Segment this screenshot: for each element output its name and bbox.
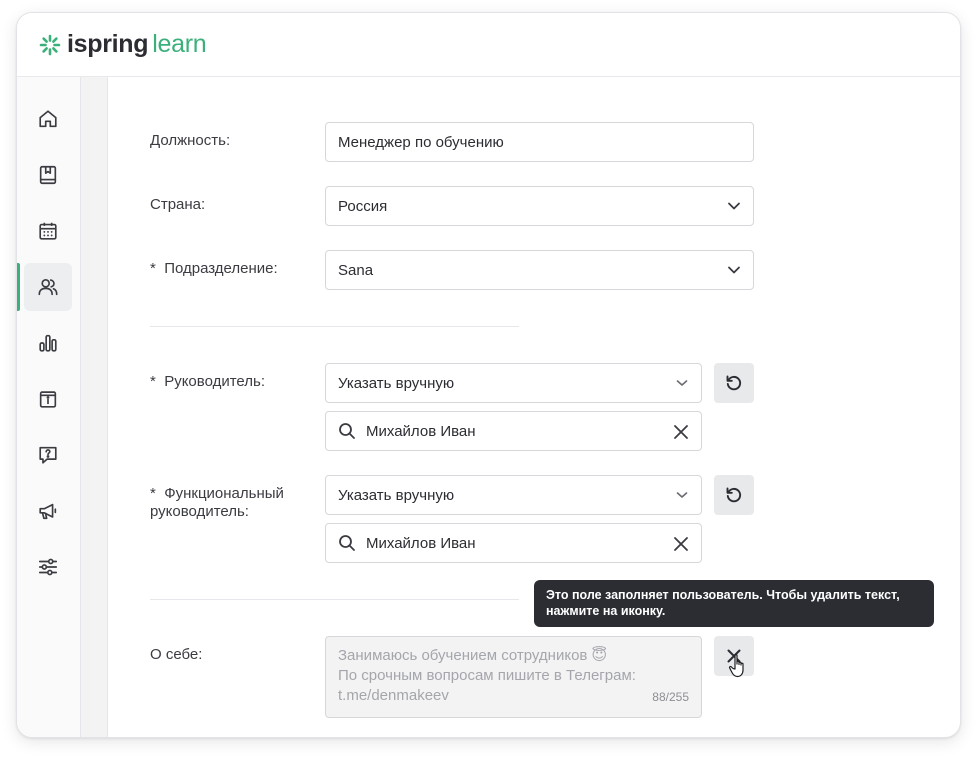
logo-text-ispring: ispring (67, 30, 149, 58)
manager-mode-value: Указать вручную (338, 374, 455, 392)
about-line-2: По срочным вопросам пишите в Телеграм: (338, 667, 636, 684)
about-textarea[interactable]: Занимаюсь обучением сотрудников 😇 По сро… (325, 636, 702, 718)
tooltip: Это поле заполняет пользователь. Чтобы у… (534, 580, 934, 627)
manager-mode-select[interactable]: Указать вручную (325, 363, 702, 403)
country-select[interactable]: Россия (325, 186, 754, 226)
country-label: Страна: (150, 196, 206, 213)
panel-gutter (81, 77, 108, 737)
search-icon (339, 535, 355, 551)
sidebar-item-announcements[interactable] (24, 487, 72, 535)
functional-manager-mode-value: Указать вручную (338, 486, 455, 504)
sidebar-nav (17, 77, 81, 737)
country-value: Россия (338, 197, 388, 215)
position-label: Должность: (150, 132, 231, 149)
megaphone-icon (39, 503, 57, 520)
app-window: ispring learn Должность: Менеджер по обу… (16, 12, 961, 738)
chevron-down-icon (676, 492, 688, 498)
manager-label-text: Руководитель: (164, 373, 265, 390)
question-icon (39, 446, 57, 464)
required-mark: * (150, 373, 156, 390)
active-indicator (17, 263, 20, 311)
chevron-down-icon (676, 380, 688, 386)
search-icon (339, 423, 355, 439)
about-label: О себе: (150, 646, 203, 663)
logo-text-learn: learn (152, 30, 207, 58)
manager-search-field[interactable]: Михайлов Иван (325, 411, 702, 451)
required-mark: * (150, 260, 156, 277)
functional-manager-label-line1: Функциональный (164, 485, 284, 502)
char-counter: 88/255 (652, 690, 689, 704)
department-label: * Подразделение: (150, 260, 278, 278)
sidebar-item-questions[interactable] (24, 431, 72, 479)
info-card-icon (39, 391, 57, 408)
sidebar-item-users[interactable] (24, 263, 72, 311)
clear-icon[interactable] (673, 424, 689, 440)
chevron-down-icon (728, 266, 740, 274)
tooltip-line-1: Это поле заполняет пользователь. Чтобы у… (546, 588, 900, 602)
reset-icon (726, 487, 742, 503)
functional-manager-label: * Функциональный руководитель: (150, 485, 284, 521)
manager-label: * Руководитель: (150, 373, 265, 391)
functional-manager-search-value: Михайлов Иван (366, 534, 476, 552)
top-header: ispring learn (17, 13, 960, 77)
clear-icon[interactable] (673, 536, 689, 552)
sidebar-item-courses[interactable] (24, 151, 72, 199)
functional-manager-label-line2: руководитель: (150, 503, 249, 520)
hand-cursor-icon (728, 654, 744, 678)
position-field[interactable]: Менеджер по обучению (325, 122, 754, 162)
section-divider (150, 599, 519, 600)
department-label-text: Подразделение: (164, 260, 278, 277)
about-line-3: t.me/denmakeev (338, 687, 449, 704)
sidebar-item-reports[interactable] (24, 319, 72, 367)
chevron-down-icon (728, 202, 740, 210)
manager-reset-button[interactable] (714, 363, 754, 403)
calendar-icon (39, 222, 57, 240)
sidebar-item-home[interactable] (24, 95, 72, 143)
profile-form: Должность: Менеджер по обучению Страна: … (108, 77, 960, 737)
sidebar-item-settings[interactable] (24, 543, 72, 591)
home-icon (39, 110, 57, 128)
logo[interactable]: ispring learn (39, 30, 207, 59)
manager-search-value: Михайлов Иван (366, 422, 476, 440)
about-line-1: Занимаюсь обучением сотрудников 😇 (338, 647, 608, 664)
sliders-icon (38, 558, 58, 576)
users-icon (38, 279, 58, 296)
tooltip-line-2: нажмите на иконку. (546, 604, 666, 618)
department-select[interactable]: Sana (325, 250, 754, 290)
section-divider (150, 326, 519, 327)
sidebar-item-info[interactable] (24, 375, 72, 423)
required-mark: * (150, 485, 156, 502)
functional-manager-mode-select[interactable]: Указать вручную (325, 475, 702, 515)
position-value: Менеджер по обучению (338, 133, 504, 151)
reset-icon (726, 375, 742, 391)
department-value: Sana (338, 261, 374, 279)
chart-icon (39, 334, 57, 352)
functional-manager-reset-button[interactable] (714, 475, 754, 515)
book-icon (39, 165, 57, 185)
ispring-logo-icon (39, 34, 61, 55)
functional-manager-search-field[interactable]: Михайлов Иван (325, 523, 702, 563)
sidebar-item-calendar[interactable] (24, 207, 72, 255)
